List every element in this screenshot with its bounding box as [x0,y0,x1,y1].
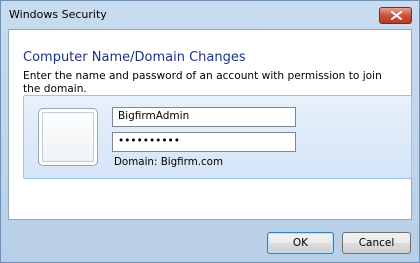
credential-tile: BigfirmAdmin •••••••••• Domain: Bigfirm.… [23,95,412,179]
close-icon [391,11,402,20]
title-bar[interactable]: Windows Security [1,1,419,29]
close-button[interactable] [379,7,412,24]
windows-security-dialog: Windows Security Computer Name/Domain Ch… [0,0,420,263]
dialog-heading: Computer Name/Domain Changes [23,50,246,65]
dialog-description: Enter the name and password of an accoun… [23,70,382,95]
domain-label: Domain: Bigfirm.com [114,156,223,168]
password-field[interactable]: •••••••••• [112,132,296,152]
cancel-button[interactable]: Cancel [342,232,411,254]
username-field[interactable]: BigfirmAdmin [112,107,296,127]
user-picture-frame [38,108,98,166]
ok-button[interactable]: OK [267,232,334,254]
window-title: Windows Security [9,8,107,21]
